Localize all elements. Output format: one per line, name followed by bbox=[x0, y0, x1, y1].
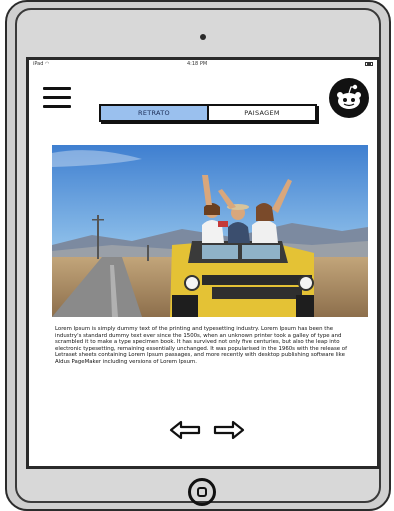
status-device-label: iPad bbox=[33, 61, 44, 67]
home-button-icon[interactable] bbox=[188, 478, 216, 506]
reddit-alien-icon[interactable] bbox=[329, 78, 369, 118]
content-photo bbox=[52, 145, 368, 317]
status-time: 4:18 PM bbox=[187, 61, 208, 67]
arrow-left-icon[interactable] bbox=[169, 420, 201, 440]
tablet-screen: iPad ◠ 4:18 PM RETRATO PAISAGEM Lorem Ip… bbox=[26, 57, 380, 469]
photo-friends-on-jeep-icon bbox=[52, 145, 368, 317]
lorem-paragraph: Lorem Ipsum is simply dummy text of the … bbox=[55, 326, 347, 365]
tab-retrato[interactable]: RETRATO bbox=[101, 106, 209, 120]
status-device: iPad ◠ bbox=[33, 61, 49, 67]
hamburger-menu-icon[interactable] bbox=[43, 87, 71, 109]
status-bar: iPad ◠ 4:18 PM bbox=[29, 60, 377, 69]
tab-paisagem[interactable]: PAISAGEM bbox=[209, 106, 315, 120]
battery-icon bbox=[365, 62, 373, 66]
orientation-toggle: RETRATO PAISAGEM bbox=[99, 104, 317, 122]
wifi-icon: ◠ bbox=[45, 61, 50, 67]
arrow-right-icon[interactable] bbox=[213, 420, 245, 440]
camera-icon bbox=[200, 34, 206, 40]
